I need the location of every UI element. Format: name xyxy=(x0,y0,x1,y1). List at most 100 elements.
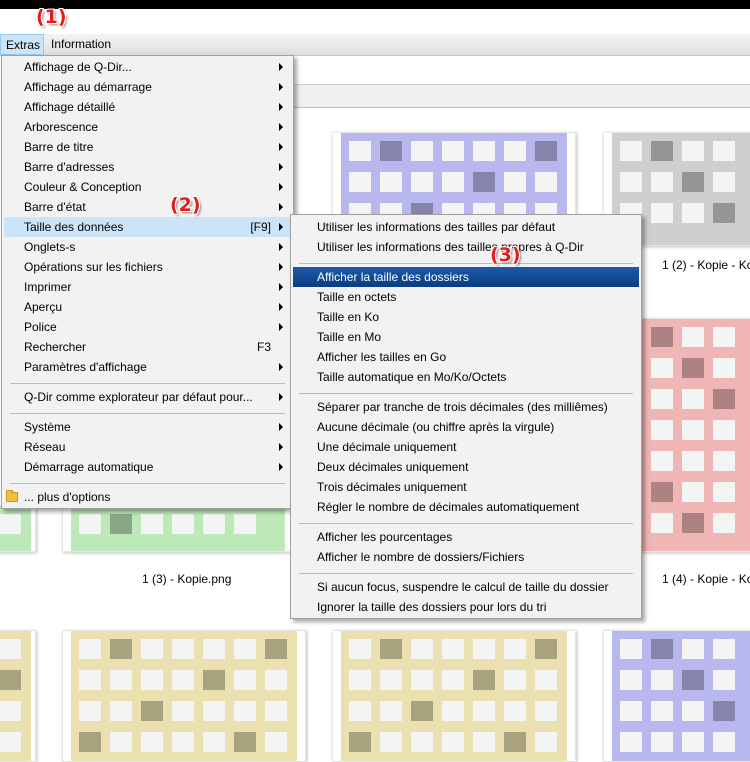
menu-item-apercu[interactable]: Aperçu xyxy=(4,297,291,317)
file-thumbnail[interactable] xyxy=(332,630,576,762)
menu-separator xyxy=(10,413,285,414)
submenu-item-label: Utiliser les informations des tailles pa… xyxy=(317,220,556,234)
submenu-arrow-icon xyxy=(279,203,283,211)
submenu-item[interactable]: Aucune décimale (ou chiffre après la vir… xyxy=(293,417,639,437)
submenu-item[interactable]: Taille en Mo xyxy=(293,327,639,347)
submenu-arrow-icon xyxy=(279,363,283,371)
file-thumbnail[interactable] xyxy=(62,505,292,552)
menu-item-rechercher[interactable]: Rechercher F3 xyxy=(4,337,291,357)
submenu-arrow-icon xyxy=(279,183,283,191)
submenu-item-afficher-taille-dossiers[interactable]: Afficher la taille des dossiers xyxy=(293,267,639,287)
menu-item-parametres-affichage[interactable]: Paramètres d'affichage xyxy=(4,357,291,377)
menu-item-couleur-conception[interactable]: Couleur & Conception xyxy=(4,177,291,197)
menu-item-affichage-demarrage[interactable]: Affichage au démarrage xyxy=(4,77,291,97)
image-preview xyxy=(0,631,31,761)
submenu-item[interactable]: Ignorer la taille des dossiers pour lors… xyxy=(293,597,639,617)
submenu-arrow-icon xyxy=(279,143,283,151)
submenu-item-label: Si aucun focus, suspendre le calcul de t… xyxy=(317,580,609,594)
submenu-arrow-icon xyxy=(279,263,283,271)
submenu-arrow-icon xyxy=(279,243,283,251)
menu-information[interactable]: Information xyxy=(46,34,116,55)
submenu-item[interactable]: Afficher les pourcentages xyxy=(293,527,639,547)
submenu-item[interactable]: Taille automatique en Mo/Ko/Octets xyxy=(293,367,639,387)
menu-item-imprimer[interactable]: Imprimer xyxy=(4,277,291,297)
file-thumbnail[interactable] xyxy=(0,630,36,762)
file-thumbnail[interactable] xyxy=(603,630,750,762)
menu-extras[interactable]: Extras xyxy=(0,34,44,55)
menu-item-label: ... plus d'options xyxy=(24,490,111,504)
file-caption[interactable]: 1 (3) - Kopie.png xyxy=(142,572,231,586)
menu-item-systeme[interactable]: Système xyxy=(4,417,291,437)
file-thumbnail[interactable] xyxy=(0,505,36,552)
submenu-item[interactable]: Régler le nombre de décimales automatiqu… xyxy=(293,497,639,517)
menu-item-label: Barre de titre xyxy=(24,140,94,154)
submenu-arrow-icon xyxy=(279,83,283,91)
submenu-item-label: Ignorer la taille des dossiers pour lors… xyxy=(317,600,547,614)
menu-item-barre-titre[interactable]: Barre de titre xyxy=(4,137,291,157)
submenu-item-label: Séparer par tranche de trois décimales (… xyxy=(317,400,608,414)
submenu-item[interactable]: Taille en octets xyxy=(293,287,639,307)
submenu-arrow-icon xyxy=(279,123,283,131)
menu-item-operations-fichiers[interactable]: Opérations sur les fichiers xyxy=(4,257,291,277)
menu-item-label: Opérations sur les fichiers xyxy=(24,260,163,274)
menu-item-onglets[interactable]: Onglets-s xyxy=(4,237,291,257)
submenu-item-label: Afficher les pourcentages xyxy=(317,530,453,544)
image-preview xyxy=(0,506,31,551)
menu-item-explorateur-defaut[interactable]: Q-Dir comme explorateur par défaut pour.… xyxy=(4,387,291,407)
file-caption[interactable]: 1 (4) - Kopie - Ko xyxy=(662,572,750,586)
menu-item-demarrage-auto[interactable]: Démarrage automatique xyxy=(4,457,291,477)
menu-separator xyxy=(10,383,285,384)
submenu-arrow-icon xyxy=(279,423,283,431)
menu-item-label: Police xyxy=(24,320,57,334)
submenu-item[interactable]: Utiliser les informations des tailles pa… xyxy=(293,217,639,237)
image-preview xyxy=(71,506,285,551)
menu-item-shortcut: F3 xyxy=(256,340,271,354)
image-preview xyxy=(341,631,567,761)
menu-bar: Extras Information xyxy=(0,34,750,56)
address-bar[interactable] xyxy=(240,85,750,108)
submenu-item-label: Taille en Ko xyxy=(317,310,380,324)
menu-item-arborescence[interactable]: Arborescence xyxy=(4,117,291,137)
submenu-item[interactable]: Taille en Ko xyxy=(293,307,639,327)
file-thumbnail[interactable] xyxy=(62,630,306,762)
menu-item-reseau[interactable]: Réseau xyxy=(4,437,291,457)
submenu-item[interactable]: Afficher le nombre de dossiers/Fichiers xyxy=(293,547,639,567)
submenu-item[interactable]: Utiliser les informations des tailles pr… xyxy=(293,237,639,257)
folder-icon xyxy=(6,490,18,502)
menu-item-affichage-q-dir[interactable]: Affichage de Q-Dir... xyxy=(4,57,291,77)
submenu-item-label: Utiliser les informations des tailles pr… xyxy=(317,240,584,254)
window-top-edge xyxy=(0,0,750,9)
menu-item-shortcut: [F9] xyxy=(250,220,271,234)
image-preview xyxy=(612,631,750,761)
submenu-item[interactable]: Une décimale uniquement xyxy=(293,437,639,457)
menu-item-police[interactable]: Police xyxy=(4,317,291,337)
menu-item-label: Barre d'adresses xyxy=(24,160,115,174)
menu-item-label: Réseau xyxy=(24,440,66,454)
submenu-item[interactable]: Séparer par tranche de trois décimales (… xyxy=(293,397,639,417)
menu-item-label: Affichage de Q-Dir... xyxy=(24,60,132,74)
menu-separator xyxy=(10,483,285,484)
menu-item-barre-adresses[interactable]: Barre d'adresses xyxy=(4,157,291,177)
submenu-item[interactable]: Deux décimales uniquement xyxy=(293,457,639,477)
submenu-arrow-icon xyxy=(279,463,283,471)
file-caption[interactable]: 1 (2) - Kopie - Ko xyxy=(662,258,750,272)
submenu-arrow-icon xyxy=(279,283,283,291)
submenu-arrow-icon xyxy=(279,223,283,231)
submenu-item[interactable]: Trois décimales uniquement xyxy=(293,477,639,497)
menu-item-plus-options[interactable]: ... plus d'options xyxy=(4,487,291,507)
menu-item-affichage-detaille[interactable]: Affichage détaillé xyxy=(4,97,291,117)
menu-item-taille-donnees[interactable]: Taille des données [F9] xyxy=(4,217,291,237)
toolbar xyxy=(240,56,750,85)
submenu-item-label: Trois décimales uniquement xyxy=(317,480,467,494)
menu-item-label: Taille des données xyxy=(24,220,124,234)
menu-item-label: Arborescence xyxy=(24,120,99,134)
submenu-item[interactable]: Si aucun focus, suspendre le calcul de t… xyxy=(293,577,639,597)
submenu-arrow-icon xyxy=(279,393,283,401)
submenu-item-label: Taille automatique en Mo/Ko/Octets xyxy=(317,370,507,384)
submenu-item-label: Une décimale uniquement xyxy=(317,440,457,454)
submenu-item[interactable]: Afficher les tailles en Go xyxy=(293,347,639,367)
menu-item-barre-etat[interactable]: Barre d'état xyxy=(4,197,291,217)
menu-item-label: Paramètres d'affichage xyxy=(24,360,147,374)
submenu-arrow-icon xyxy=(279,63,283,71)
image-preview xyxy=(71,631,297,761)
